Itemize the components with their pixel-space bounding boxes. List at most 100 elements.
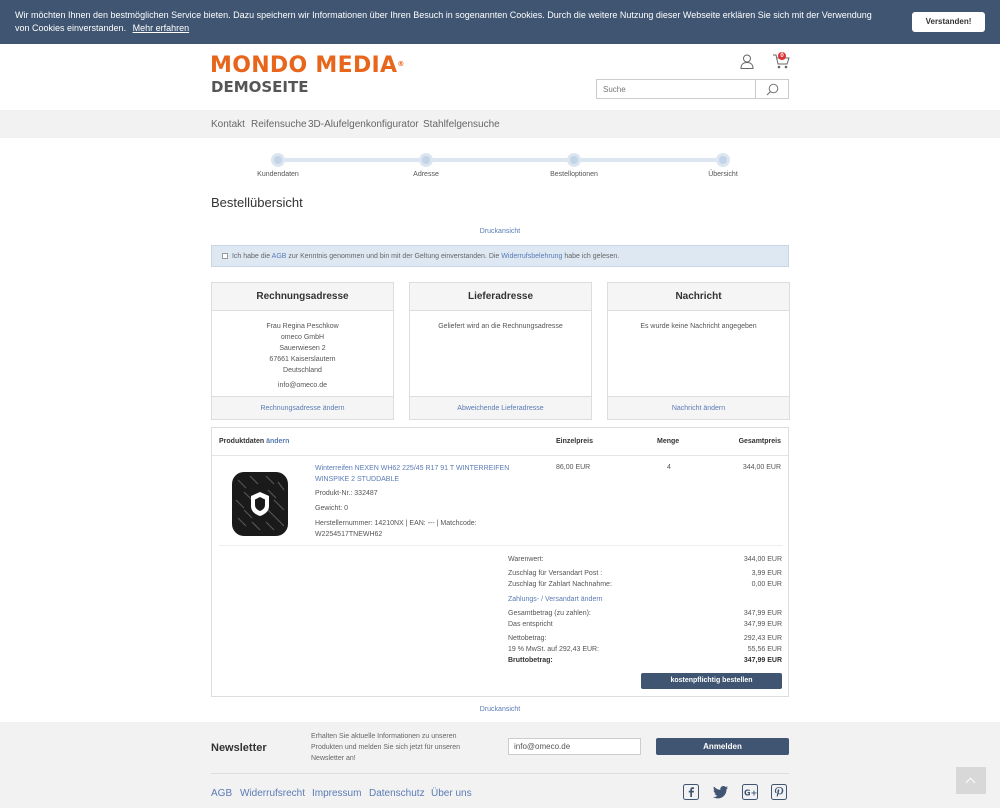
message-title: Nachricht	[608, 283, 789, 311]
change-billing-address-link[interactable]: Rechnungsadresse ändern	[212, 396, 393, 419]
product-number: Produkt-Nr.: 332487	[315, 490, 378, 497]
product-total: 344,00 EUR	[742, 464, 781, 471]
step-dot-bestelloptionen[interactable]	[567, 153, 581, 167]
scroll-to-top-button[interactable]	[956, 767, 986, 794]
billing-address-body: Frau Regina Peschkow omeco GmbH Sauerwie…	[212, 311, 393, 391]
footer-divider	[211, 773, 789, 774]
summary-value: 3,99 EUR	[751, 570, 782, 577]
change-message-link[interactable]: Nachricht ändern	[608, 396, 789, 419]
product-weight: Gewicht: 0	[315, 505, 349, 512]
nav-item-alufelgenkonfigurator[interactable]: 3D-Alufelgenkonfigurator	[308, 119, 419, 130]
widerrufsbelehrung-link[interactable]: Widerrufsbelehrung	[501, 253, 562, 260]
agb-text-1: Ich habe die	[231, 253, 271, 260]
nav-item-stahlfelgensuche[interactable]: Stahlfelgensuche	[423, 119, 500, 130]
billing-line: Frau Regina Peschkow	[266, 323, 339, 330]
footer	[0, 722, 1000, 808]
logo-registered-mark: ®	[397, 60, 405, 68]
billing-line: Sauerwiesen 2	[279, 345, 326, 352]
table-header-divider	[212, 455, 788, 456]
google-plus-icon[interactable]: G+	[742, 784, 758, 800]
footer-link-ueber-uns[interactable]: Über uns	[431, 788, 472, 799]
summary-label: Das entspricht	[508, 621, 553, 628]
summary-row-shipping-surcharge: Zuschlag für Versandart Post : 3,99 EUR	[508, 568, 782, 579]
billing-line: omeco GmbH	[280, 334, 325, 341]
summary-label: Bruttobetrag:	[508, 657, 553, 664]
nav-item-kontakt[interactable]: Kontakt	[211, 119, 245, 130]
footer-link-widerrufsrecht[interactable]: Widerrufsrecht	[240, 788, 305, 799]
newsletter-email-input[interactable]	[508, 738, 641, 755]
footer-link-agb[interactable]: AGB	[211, 788, 232, 799]
place-order-button[interactable]: kostenpflichtig bestellen	[641, 673, 782, 689]
nav-item-reifensuche[interactable]: Reifensuche	[251, 119, 307, 130]
svg-text:G+: G+	[744, 789, 757, 798]
pinterest-icon[interactable]	[771, 784, 787, 800]
checkout-progress-line	[278, 158, 724, 162]
twitter-icon[interactable]	[713, 784, 729, 800]
summary-value: 0,00 EUR	[751, 581, 782, 588]
summary-row-net: Nettobetrag: 292,43 EUR	[508, 633, 782, 644]
agb-text-3: habe ich gelesen.	[564, 253, 620, 260]
summary-row-warenwert: Warenwert: 344,00 EUR	[508, 554, 782, 565]
step-label-adresse[interactable]: Adresse	[376, 171, 476, 178]
summary-label: Nettobetrag:	[508, 635, 547, 642]
print-view-link-bottom[interactable]: Druckansicht	[0, 706, 1000, 713]
cookie-text-container: Wir möchten Ihnen den bestmöglichen Serv…	[15, 9, 885, 35]
product-unit-price: 86,00 EUR	[556, 464, 591, 471]
summary-value: 347,99 EUR	[743, 610, 782, 617]
product-name-link[interactable]: Winterreifen NEXEN WH62 225/45 R17 91 T …	[315, 463, 535, 485]
user-account-icon[interactable]	[740, 54, 754, 69]
billing-line: 67661 Kaiserslautern	[269, 356, 336, 363]
billing-address-title: Rechnungsadresse	[212, 283, 393, 311]
agb-checkbox[interactable]	[222, 253, 228, 259]
cookie-banner: Wir möchten Ihnen den bestmöglichen Serv…	[0, 0, 1000, 44]
change-products-link[interactable]: ändern	[266, 438, 289, 445]
step-label-kundendaten[interactable]: Kundendaten	[228, 171, 328, 178]
cookie-accept-button[interactable]: Verstanden!	[912, 12, 985, 32]
summary-row-equivalent: Das entspricht 347,99 EUR	[508, 619, 782, 630]
column-header-product: Produktdaten ändern	[219, 438, 289, 445]
newsletter-subscribe-button[interactable]: Anmelden	[656, 738, 789, 755]
summary-value: 55,56 EUR	[747, 646, 782, 653]
newsletter-text: Erhalten Sie aktuelle Informationen zu u…	[311, 733, 461, 762]
logo-sub[interactable]: DEMOSEITE	[211, 78, 309, 96]
footer-link-datenschutz[interactable]: Datenschutz	[369, 788, 425, 799]
print-view-link-top[interactable]: Druckansicht	[0, 228, 1000, 235]
tire-product-image[interactable]	[230, 470, 290, 538]
search-button[interactable]	[755, 79, 789, 99]
product-summary-divider	[219, 545, 783, 546]
summary-value: 344,00 EUR	[743, 556, 782, 563]
billing-address-box: Rechnungsadresse Frau Regina Peschkow om…	[211, 282, 394, 420]
step-label-bestelloptionen[interactable]: Bestelloptionen	[524, 171, 624, 178]
step-label-uebersicht: Übersicht	[708, 171, 738, 178]
cart-count-badge: 0	[778, 52, 786, 60]
column-header-unit-price: Einzelpreis	[556, 438, 593, 445]
cookie-more-link[interactable]: Mehr erfahren	[133, 23, 190, 33]
delivery-address-text: Geliefert wird an die Rechnungsadresse	[438, 323, 563, 330]
summary-row-total-due: Gesamtbetrag (zu zahlen): 347,99 EUR	[508, 608, 782, 619]
search-icon	[766, 83, 779, 96]
step-dot-kundendaten[interactable]	[271, 153, 285, 167]
summary-label: Warenwert:	[508, 556, 544, 563]
step-dot-uebersicht	[716, 153, 730, 167]
facebook-icon[interactable]	[683, 784, 699, 800]
column-header-total: Gesamtpreis	[738, 438, 781, 445]
step-dot-adresse[interactable]	[419, 153, 433, 167]
agb-link[interactable]: AGB	[272, 253, 287, 260]
alternate-delivery-address-link[interactable]: Abweichende Lieferadresse	[410, 396, 591, 419]
footer-link-impressum[interactable]: Impressum	[312, 788, 361, 799]
summary-label: Gesamtbetrag (zu zahlen):	[508, 610, 591, 617]
summary-row-gross: Bruttobetrag: 347,99 EUR	[508, 655, 782, 666]
column-header-product-label: Produktdaten	[219, 438, 265, 445]
change-payment-shipping-link[interactable]: Zahlungs- / Versandart ändern	[508, 594, 782, 605]
summary-label: Zuschlag für Zahlart Nachnahme:	[508, 581, 612, 588]
logo-main-text: MONDO MEDIA	[210, 53, 398, 78]
message-box: Nachricht Es wurde keine Nachricht angeg…	[607, 282, 790, 420]
newsletter-title: Newsletter	[211, 742, 267, 754]
logo-main[interactable]: MONDO MEDIA®	[210, 53, 405, 79]
product-codes: Herstellernummer: 14210NX | EAN: --- | M…	[315, 520, 477, 538]
agb-confirmation: Ich habe die AGB zur Kenntnis genommen u…	[211, 245, 789, 267]
summary-label: Zuschlag für Versandart Post :	[508, 570, 603, 577]
search-input[interactable]	[596, 79, 756, 99]
column-header-quantity: Menge	[657, 438, 680, 445]
summary-value: 347,99 EUR	[743, 621, 782, 628]
